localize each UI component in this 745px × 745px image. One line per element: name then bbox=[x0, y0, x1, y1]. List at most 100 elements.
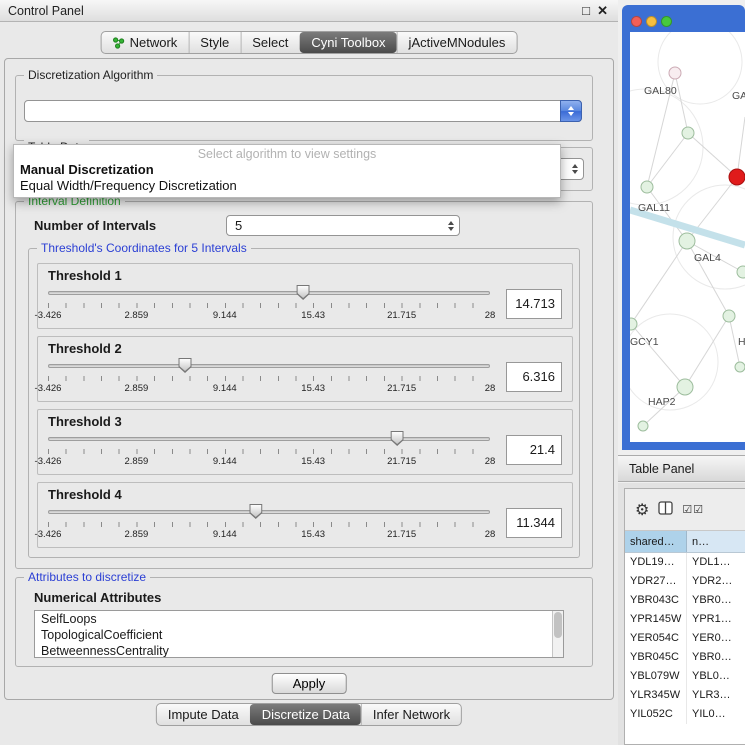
table-cell: YLR345W bbox=[625, 686, 687, 705]
combobox-arrows-icon[interactable] bbox=[560, 100, 582, 122]
tab-style[interactable]: Style bbox=[188, 32, 240, 53]
table-cell: YLR3… bbox=[687, 686, 745, 705]
slider-track[interactable] bbox=[48, 364, 490, 368]
network-edge bbox=[737, 117, 745, 177]
minimize-button[interactable] bbox=[646, 16, 657, 27]
combobox-arrows-icon[interactable] bbox=[572, 164, 578, 174]
slider-thumb[interactable] bbox=[391, 431, 404, 446]
float-window-icon[interactable]: □ bbox=[582, 3, 590, 18]
slider-thumb[interactable] bbox=[297, 285, 310, 300]
number-of-intervals-combobox[interactable]: 5 bbox=[226, 215, 460, 236]
network-view-window[interactable]: GAL80GAGAL11GAL4GCY1HHAP2 bbox=[622, 5, 745, 450]
network-node[interactable] bbox=[641, 181, 653, 193]
network-node[interactable] bbox=[723, 310, 735, 322]
threshold-4-slider[interactable] bbox=[48, 504, 490, 520]
table-row[interactable]: YLR345WYLR3… bbox=[625, 686, 745, 705]
table-cell: YBR0… bbox=[687, 591, 745, 610]
table-row[interactable]: YBR043CYBR0… bbox=[625, 591, 745, 610]
table-cell: YIL0… bbox=[687, 705, 745, 724]
tab-label: Impute Data bbox=[168, 707, 239, 722]
tick-label: -3.426 bbox=[35, 529, 62, 540]
table-panel-body: ⚙ ☑☑ shared…n… YDL19…YDL1…YDR27…YDR2…YBR… bbox=[618, 483, 745, 745]
algorithm-combobox[interactable] bbox=[24, 100, 582, 122]
threshold-2-slider[interactable] bbox=[48, 358, 490, 374]
select-columns-icon[interactable]: ☑☑ bbox=[682, 503, 704, 516]
table-row[interactable]: YBR045CYBR0… bbox=[625, 648, 745, 667]
network-canvas[interactable]: GAL80GAGAL11GAL4GCY1HHAP2 bbox=[630, 32, 745, 442]
tab-jactivemnodules[interactable]: jActiveMNodules bbox=[397, 32, 517, 53]
network-node[interactable] bbox=[729, 169, 745, 185]
attribute-item[interactable]: TopologicalCoefficient bbox=[35, 627, 563, 643]
close-button[interactable] bbox=[631, 16, 642, 27]
algorithm-menu-item[interactable]: Equal Width/Frequency Discretization bbox=[14, 178, 560, 194]
slider-ticks bbox=[48, 522, 490, 527]
threshold-value-field[interactable]: 6.316 bbox=[506, 362, 562, 392]
tab-discretize-data[interactable]: Discretize Data bbox=[250, 704, 361, 725]
threshold-value-field[interactable]: 21.4 bbox=[506, 435, 562, 465]
tab-network[interactable]: Network bbox=[102, 32, 189, 53]
threshold-2-box: Threshold 2 -3.4262.8599.14415.4321.7152… bbox=[37, 336, 573, 402]
table-row[interactable]: YBL079WYBL0… bbox=[625, 667, 745, 686]
numerical-attributes-label: Numerical Attributes bbox=[34, 590, 161, 605]
tick-label: -3.426 bbox=[35, 456, 62, 467]
network-edge bbox=[688, 133, 737, 177]
slider-track[interactable] bbox=[48, 510, 490, 514]
threshold-label: Threshold 3 bbox=[48, 414, 562, 431]
network-node[interactable] bbox=[737, 266, 745, 278]
network-node[interactable] bbox=[630, 318, 637, 330]
table-row[interactable]: YER054CYER0… bbox=[625, 629, 745, 648]
gear-icon[interactable]: ⚙ bbox=[635, 500, 649, 520]
column-header[interactable]: n… bbox=[687, 531, 745, 552]
threshold-3-slider[interactable] bbox=[48, 431, 490, 447]
network-node[interactable] bbox=[679, 233, 695, 249]
slider-track[interactable] bbox=[48, 437, 490, 441]
network-edge bbox=[685, 316, 729, 387]
slider-thumb[interactable] bbox=[179, 358, 192, 373]
zoom-button[interactable] bbox=[661, 16, 672, 27]
tick-label: 15.43 bbox=[301, 310, 325, 321]
interval-definition-group: Interval Definition Number of Intervals … bbox=[15, 201, 593, 569]
group-legend: Attributes to discretize bbox=[24, 570, 150, 585]
algorithm-menu-item[interactable]: Manual Discretization bbox=[14, 162, 560, 178]
threshold-1-slider[interactable] bbox=[48, 285, 490, 301]
network-node[interactable] bbox=[735, 362, 745, 372]
close-icon[interactable]: ✕ bbox=[597, 3, 608, 19]
tick-label: 15.43 bbox=[301, 383, 325, 394]
tick-label: 28 bbox=[485, 529, 496, 540]
columns-icon[interactable] bbox=[658, 501, 673, 518]
slider-ticks bbox=[48, 449, 490, 454]
slider-thumb[interactable] bbox=[249, 504, 262, 519]
attribute-item[interactable]: BetweennessCentrality bbox=[35, 643, 563, 658]
screen: Control Panel □ ✕ NetworkStyleSelectCyni… bbox=[0, 0, 745, 745]
list-scrollbar[interactable] bbox=[552, 611, 563, 657]
table-cell: YDL1… bbox=[687, 553, 745, 572]
tick-label: 2.859 bbox=[125, 529, 149, 540]
slider-track[interactable] bbox=[48, 291, 490, 295]
numerical-attributes-list[interactable]: SelfLoopsTopologicalCoefficientBetweenne… bbox=[34, 610, 564, 658]
threshold-4-box: Threshold 4 -3.4262.8599.14415.4321.7152… bbox=[37, 482, 573, 548]
network-node[interactable] bbox=[677, 379, 693, 395]
table-row[interactable]: YIL052CYIL0… bbox=[625, 705, 745, 724]
threshold-value-field[interactable]: 11.344 bbox=[506, 508, 562, 538]
threshold-value-field[interactable]: 14.713 bbox=[506, 289, 562, 319]
table-row[interactable]: YDR27…YDR2… bbox=[625, 572, 745, 591]
tick-label: 2.859 bbox=[125, 456, 149, 467]
tab-cyni-toolbox[interactable]: Cyni Toolbox bbox=[299, 32, 396, 53]
attribute-item[interactable]: SelfLoops bbox=[35, 611, 563, 627]
table-row[interactable]: YDL19…YDL1… bbox=[625, 553, 745, 572]
combobox-arrows-icon[interactable] bbox=[448, 221, 454, 231]
network-node[interactable] bbox=[669, 67, 681, 79]
tab-select[interactable]: Select bbox=[240, 32, 299, 53]
network-node[interactable] bbox=[638, 421, 648, 431]
tick-label: 2.859 bbox=[125, 310, 149, 321]
network-node-label: GA bbox=[732, 90, 745, 102]
tab-impute-data[interactable]: Impute Data bbox=[157, 704, 250, 725]
network-node[interactable] bbox=[682, 127, 694, 139]
apply-button[interactable]: Apply bbox=[272, 673, 347, 694]
scrollbar-thumb[interactable] bbox=[554, 612, 562, 638]
tab-infer-network[interactable]: Infer Network bbox=[361, 704, 461, 725]
tab-label: Select bbox=[252, 35, 288, 50]
table-row[interactable]: YPR145WYPR1… bbox=[625, 610, 745, 629]
threshold-label: Threshold 4 bbox=[48, 487, 562, 504]
column-header[interactable]: shared… bbox=[625, 531, 687, 552]
